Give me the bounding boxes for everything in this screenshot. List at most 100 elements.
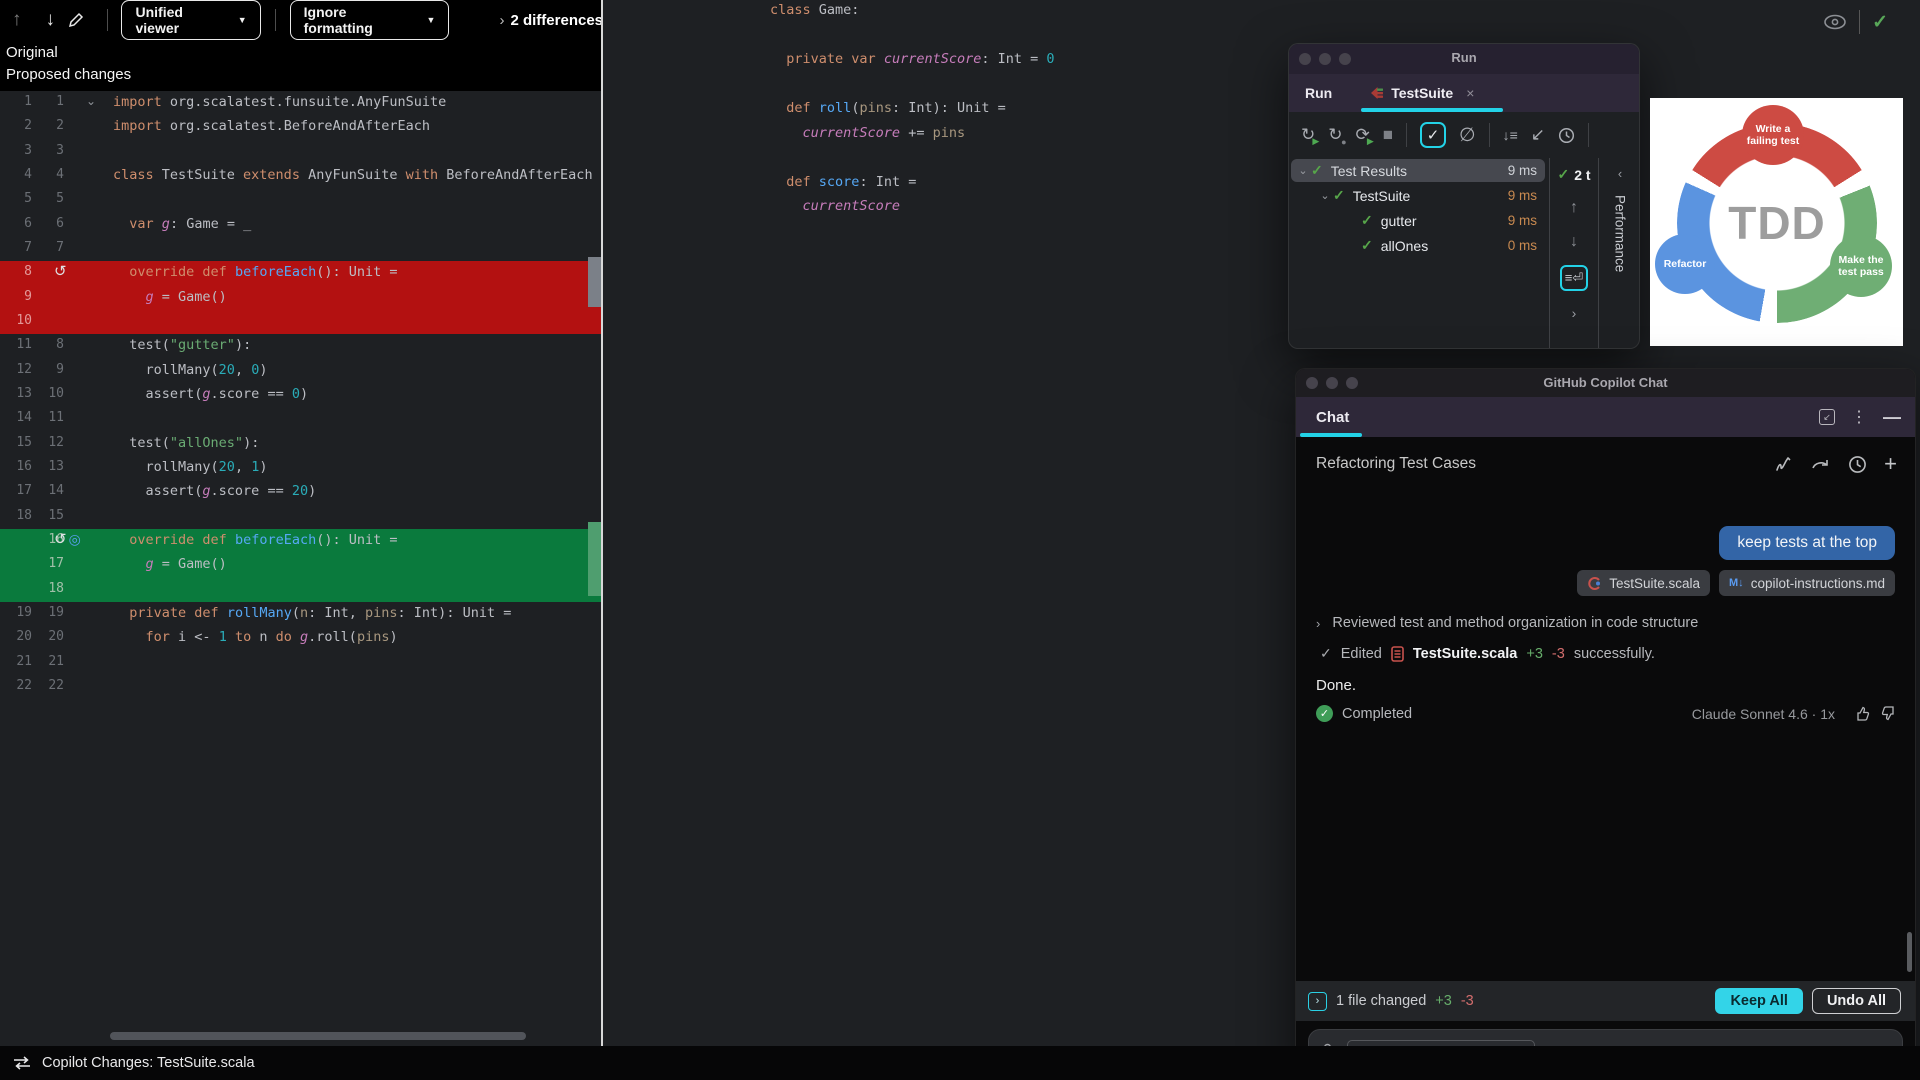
- agent-thought-row[interactable]: › Reviewed test and method organization …: [1316, 615, 1698, 631]
- diff-code-area[interactable]: 11⌄import org.scalatest.funsuite.AnyFunS…: [0, 91, 603, 699]
- diff-row[interactable]: 33: [0, 140, 603, 164]
- diff-row[interactable]: 1512 test("allOnes"):: [0, 432, 603, 456]
- test-tree-row-allones[interactable]: ✓allOnes0 ms: [1289, 233, 1549, 258]
- diff-row-added[interactable]: 16↺◎ override def beforeEach(): Unit =: [0, 529, 603, 553]
- diff-row[interactable]: 1411: [0, 407, 603, 431]
- test-tree-row-test-results[interactable]: ⌄✓Test Results9 ms: [1289, 158, 1549, 183]
- run-titlebar[interactable]: Run: [1289, 44, 1639, 74]
- track-running-test-toggle[interactable]: ≡⏎: [1560, 265, 1588, 291]
- tab-testsuite[interactable]: TestSuite ×: [1368, 85, 1474, 101]
- redo-icon[interactable]: [1811, 457, 1831, 471]
- thumbs-up-icon[interactable]: [1854, 705, 1871, 722]
- expand-chevron-icon[interactable]: ⌄: [1295, 164, 1311, 177]
- undo-all-button[interactable]: Undo All: [1812, 988, 1901, 1014]
- eye-icon[interactable]: [1823, 13, 1847, 31]
- diff-row[interactable]: 2121: [0, 651, 603, 675]
- copilot-chat-window[interactable]: GitHub Copilot Chat Chat ↙ ⋮ — Refactori…: [1295, 368, 1916, 1080]
- test-history-button[interactable]: [1558, 127, 1575, 144]
- expand-chevron-icon[interactable]: ›: [1572, 305, 1577, 321]
- close-window-button[interactable]: [1306, 377, 1318, 389]
- new-chat-icon[interactable]: +: [1884, 451, 1897, 477]
- editor-code[interactable]: class Game: private var currentScore: In…: [770, 2, 1055, 223]
- history-clock-icon[interactable]: [1848, 455, 1867, 474]
- formatting-dropdown[interactable]: Ignore formatting ▼: [290, 0, 450, 40]
- window-controls[interactable]: [1306, 377, 1358, 389]
- test-tree-row-gutter[interactable]: ✓gutter9 ms: [1289, 208, 1549, 233]
- diff-horizontal-scrollbar[interactable]: [110, 1032, 526, 1040]
- diff-row[interactable]: 1919 private def rollMany(n: Int, pins: …: [0, 602, 603, 626]
- close-tab-icon[interactable]: ×: [1466, 85, 1474, 101]
- diff-row[interactable]: 55: [0, 188, 603, 212]
- toggle-auto-test-button[interactable]: ⟳▶: [1356, 125, 1370, 145]
- performance-tab[interactable]: Performance: [1613, 195, 1628, 272]
- tab-chat[interactable]: Chat: [1316, 409, 1349, 426]
- diff-scrollbar-thumb[interactable]: [588, 257, 601, 307]
- prev-difference-button[interactable]: ↑: [0, 9, 34, 31]
- thumbs-down-icon[interactable]: [1880, 705, 1897, 722]
- edited-file-name[interactable]: TestSuite.scala: [1413, 646, 1518, 662]
- diff-row[interactable]: 11⌄import org.scalatest.funsuite.AnyFunS…: [0, 91, 603, 115]
- status-text[interactable]: Copilot Changes: TestSuite.scala: [42, 1055, 255, 1071]
- rerun-tests-button[interactable]: ↻▶: [1301, 125, 1315, 145]
- completion-status-row: ✓ Completed Claude Sonnet 4.6 · 1x: [1316, 705, 1897, 722]
- zoom-window-button[interactable]: [1339, 53, 1351, 65]
- minimize-window-button[interactable]: [1319, 53, 1331, 65]
- run-window[interactable]: Run Run TestSuite × ↻▶ ↻● ⟳▶ ■ ✓ ∅ ↓≡ ↙ …: [1288, 43, 1640, 349]
- next-failed-test-button[interactable]: ↓: [1570, 233, 1578, 251]
- chat-titlebar[interactable]: GitHub Copilot Chat: [1296, 369, 1915, 397]
- chat-thread-header: Refactoring Test Cases +: [1316, 451, 1897, 477]
- viewer-mode-dropdown[interactable]: Unified viewer ▼: [121, 0, 260, 40]
- diff-row[interactable]: 22import org.scalatest.BeforeAndAfterEac…: [0, 115, 603, 139]
- edit-scribble-icon[interactable]: [1774, 454, 1794, 474]
- diff-row[interactable]: 2222: [0, 675, 603, 699]
- diff-row[interactable]: 1714 assert(g.score == 20): [0, 480, 603, 504]
- diff-row-removed[interactable]: 10: [0, 310, 603, 334]
- dock-window-icon[interactable]: ↙: [1819, 409, 1835, 425]
- jump-to-change-icon[interactable]: ◎: [69, 531, 83, 547]
- diff-row[interactable]: 1613 rollMany(20, 1): [0, 456, 603, 480]
- show-passed-toggle[interactable]: ✓: [1420, 122, 1446, 148]
- diff-row-removed[interactable]: 9 g = Game(): [0, 286, 603, 310]
- revert-change-icon[interactable]: ↺: [54, 263, 69, 280]
- close-window-button[interactable]: [1299, 53, 1311, 65]
- edit-icon[interactable]: [67, 11, 101, 29]
- minimize-panel-icon[interactable]: —: [1883, 407, 1901, 428]
- expand-chevron-icon[interactable]: ⌄: [1317, 189, 1333, 202]
- show-ignored-toggle[interactable]: ∅: [1459, 124, 1476, 147]
- diff-row[interactable]: 1310 assert(g.score == 0): [0, 383, 603, 407]
- window-controls[interactable]: [1299, 53, 1351, 65]
- next-difference-button[interactable]: ↓: [34, 9, 68, 31]
- expand-changes-icon[interactable]: ›: [1308, 992, 1327, 1011]
- diff-row[interactable]: 66 var g: Game = _: [0, 213, 603, 237]
- diff-row-removed[interactable]: 8↺ override def beforeEach(): Unit =: [0, 261, 603, 285]
- diff-row-added[interactable]: 17 g = Game(): [0, 553, 603, 577]
- diff-row[interactable]: 118 test("gutter"):: [0, 334, 603, 358]
- analysis-ok-check-icon[interactable]: ✓: [1872, 11, 1888, 34]
- code-token: do: [276, 629, 292, 645]
- chat-scrollbar-thumb[interactable]: [1907, 932, 1912, 972]
- import-results-button[interactable]: ↙: [1531, 125, 1545, 145]
- diff-row[interactable]: 44class TestSuite extends AnyFunSuite wi…: [0, 164, 603, 188]
- keep-all-button[interactable]: Keep All: [1715, 988, 1802, 1014]
- diff-row[interactable]: 1815: [0, 505, 603, 529]
- referenced-file-chip[interactable]: TestSuite.scala: [1577, 570, 1710, 596]
- revert-change-icon[interactable]: ↺: [54, 531, 69, 548]
- diff-row[interactable]: 129 rollMany(20, 0): [0, 359, 603, 383]
- diff-row[interactable]: 2020 for i <- 1 to n do g.roll(pins): [0, 626, 603, 650]
- sort-tests-button[interactable]: ↓≡: [1503, 127, 1518, 143]
- referenced-file-chip[interactable]: M↓copilot-instructions.md: [1719, 570, 1895, 596]
- stop-button[interactable]: ■: [1383, 125, 1393, 145]
- diff-row[interactable]: 77: [0, 237, 603, 261]
- minimize-window-button[interactable]: [1326, 377, 1338, 389]
- zoom-window-button[interactable]: [1346, 377, 1358, 389]
- test-tree-row-testsuite[interactable]: ⌄✓TestSuite9 ms: [1289, 183, 1549, 208]
- collapse-icon[interactable]: ‹: [1618, 166, 1622, 181]
- edited-file-row[interactable]: ✓ Edited TestSuite.scala +3 -3 successfu…: [1320, 645, 1655, 662]
- diff-row-added[interactable]: 18: [0, 578, 603, 602]
- test-results-tree[interactable]: ⌄✓Test Results9 ms⌄✓TestSuite9 ms✓gutter…: [1289, 158, 1549, 258]
- chevron-right-icon[interactable]: ›: [499, 12, 504, 29]
- previous-failed-test-button[interactable]: ↑: [1570, 199, 1578, 217]
- fold-chevron-icon[interactable]: ⌄: [86, 94, 96, 108]
- kebab-menu-icon[interactable]: ⋮: [1851, 407, 1867, 427]
- rerun-failed-button[interactable]: ↻●: [1328, 125, 1342, 145]
